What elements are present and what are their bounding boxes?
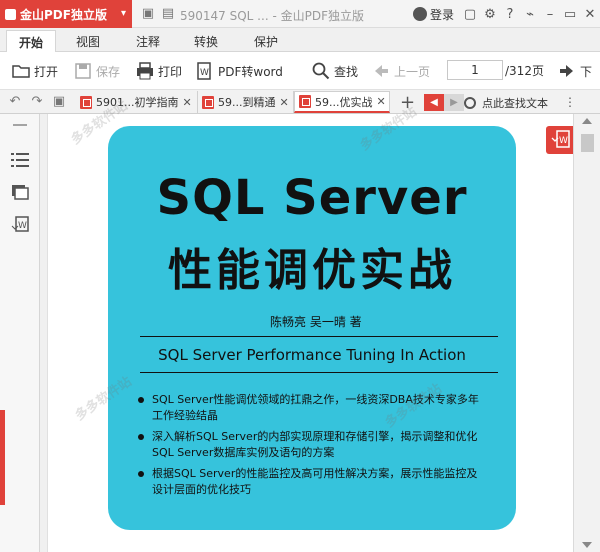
close-icon[interactable]: ✕: [580, 7, 600, 22]
svg-text:W: W: [559, 136, 568, 146]
doc-tab-1[interactable]: 5901...初学指南 ✕: [76, 91, 198, 113]
prev-page-button[interactable]: 上一页: [372, 62, 430, 80]
toolbar: 打开 保存 打印 W PDF转word 查找 上一页 /312页 下: [0, 52, 600, 90]
pdf-to-word-button[interactable]: W PDF转word: [196, 62, 283, 80]
sidebar-toggle-handle[interactable]: [0, 410, 5, 505]
vertical-scrollbar[interactable]: [573, 114, 600, 552]
scrollbar-thumb[interactable]: [581, 134, 594, 152]
divider: [140, 336, 498, 337]
settings-icon[interactable]: ⚙: [480, 7, 500, 22]
print-label: 打印: [158, 64, 183, 79]
svg-text:W: W: [18, 221, 27, 231]
tab-convert[interactable]: 转换: [194, 33, 218, 50]
save-button[interactable]: 保存: [74, 62, 120, 80]
app-name: 金山PDF独立版: [20, 7, 107, 22]
find-icon: [312, 62, 330, 80]
cover-subtitle: 性能调优实战: [168, 245, 456, 296]
find-label: 查找: [334, 64, 359, 79]
login-button[interactable]: 登录: [412, 6, 454, 23]
next-page-label: 下: [580, 64, 593, 79]
minimize-icon[interactable]: –: [540, 7, 560, 22]
tab-annotate[interactable]: 注释: [136, 33, 160, 50]
pdf-file-icon: [299, 95, 311, 108]
search-icon: [464, 97, 476, 109]
close-tab-icon[interactable]: ✕: [182, 96, 191, 109]
skin-icon[interactable]: ⌁: [520, 7, 540, 22]
title-bar: 金山PDF独立版 ▾ ▣ ▤ 590147 SQL ... - 金山PDF独立版…: [0, 0, 600, 28]
convert-icon[interactable]: W: [11, 216, 29, 232]
login-label: 登录: [429, 7, 454, 22]
more-options-icon[interactable]: ⋮: [564, 95, 576, 109]
scroll-tabs-left-icon[interactable]: ◀: [424, 94, 444, 111]
page-total: /312页: [505, 64, 544, 78]
app-logo-icon: [5, 9, 16, 20]
message-icon[interactable]: ▢: [460, 7, 480, 22]
doc-tab-label: 59...优实战: [315, 95, 373, 109]
redo-icon[interactable]: ↷: [30, 94, 44, 110]
left-sidebar: W: [0, 114, 40, 552]
doc-tab-2[interactable]: 59...到精通 ✕: [198, 91, 294, 113]
ribbon-tabs: 开始 视图 注释 转换 保护: [0, 28, 600, 53]
page-number-input[interactable]: 1: [447, 60, 503, 80]
open-label: 打开: [34, 64, 59, 79]
print-icon: [136, 62, 154, 80]
save-quick-icon[interactable]: ▣: [140, 6, 156, 22]
undo-icon[interactable]: ↶: [8, 94, 22, 110]
pdf-file-icon: [80, 95, 92, 109]
print-button[interactable]: 打印: [136, 62, 182, 80]
scroll-down-icon[interactable]: [582, 542, 592, 548]
scroll-up-icon[interactable]: [582, 118, 592, 124]
bullet-item: 深入解析SQL Server的内部实现原理和存储引擎，揭示调整和优化SQL Se…: [138, 429, 488, 461]
title-bar-controls: 登录 ▢ ⚙ ? ⌁ – ▭ ✕: [412, 0, 600, 28]
pdf-to-word-label: PDF转word: [218, 64, 283, 79]
svg-text:W: W: [200, 68, 209, 78]
book-cover: SQL Server 性能调优实战 陈畅亮 吴一晴 著 SQL Server P…: [108, 126, 516, 530]
login-icon: [412, 7, 427, 21]
prev-page-label: 上一页: [394, 64, 431, 79]
doc-tab-label: 59...到精通: [218, 96, 276, 109]
bullet-item: 根据SQL Server的性能监控及高可用性解决方案，展示性能监控及设计层面的优…: [138, 466, 488, 498]
close-tab-icon[interactable]: ✕: [377, 95, 386, 108]
cover-bullet-list: SQL Server性能调优领域的扛鼎之作，一线资深DBA技术专家多年工作经验结…: [138, 392, 488, 503]
tab-scroll-arrows: ◀ ▶: [424, 94, 464, 111]
open-icon: [12, 62, 30, 80]
pdf-to-word-icon: W: [196, 62, 214, 80]
pdf-file-icon: [202, 95, 214, 109]
chevron-down-icon: ▾: [120, 8, 126, 19]
save-icon: [74, 62, 92, 80]
collapse-icon[interactable]: [11, 118, 29, 134]
tab-protect[interactable]: 保护: [254, 33, 278, 50]
text-search-box[interactable]: 点此查找文本: [464, 95, 548, 111]
help-icon[interactable]: ?: [500, 7, 520, 22]
scroll-tabs-right-icon[interactable]: ▶: [444, 94, 464, 111]
search-placeholder: 点此查找文本: [482, 97, 548, 110]
list-icon[interactable]: [11, 152, 29, 168]
cover-title: SQL Server: [156, 170, 468, 226]
cover-authors: 陈畅亮 吴一晴 著: [270, 315, 362, 329]
tab-view[interactable]: 视图: [76, 33, 100, 50]
maximize-icon[interactable]: ▭: [560, 7, 580, 22]
open-button[interactable]: 打开: [12, 62, 58, 80]
thumbnail-icon[interactable]: [11, 184, 29, 200]
cover-english-title: SQL Server Performance Tuning In Action: [158, 346, 466, 364]
window-title: 590147 SQL ... - 金山PDF独立版: [180, 9, 364, 23]
sidebar-splitter[interactable]: [40, 114, 48, 552]
save-icon[interactable]: ▣: [52, 94, 66, 110]
save-label: 保存: [96, 64, 121, 79]
app-menu-button[interactable]: 金山PDF独立版 ▾: [0, 0, 132, 28]
next-page-button[interactable]: 下: [558, 62, 592, 80]
tab-start[interactable]: 开始: [6, 30, 57, 53]
arrow-right-icon: [558, 62, 576, 80]
find-button[interactable]: 查找: [312, 62, 358, 80]
doc-tab-3[interactable]: 59...优实战 ✕: [294, 91, 390, 113]
close-tab-icon[interactable]: ✕: [280, 96, 289, 109]
divider: [140, 372, 498, 373]
arrow-left-icon: [372, 62, 390, 80]
print-quick-icon[interactable]: ▤: [160, 6, 176, 22]
